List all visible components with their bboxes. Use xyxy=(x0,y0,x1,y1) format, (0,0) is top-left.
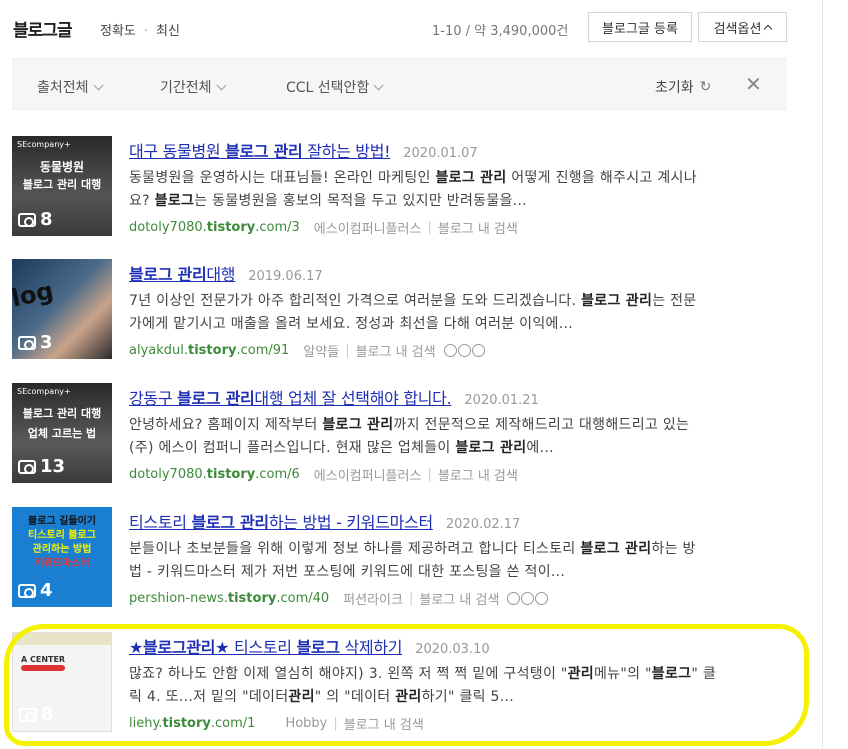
meta-separator: | xyxy=(408,591,414,606)
image-count-badge: 13 xyxy=(18,456,65,477)
chevron-down-icon xyxy=(373,80,384,90)
result-item: SEcompany+ 동물병원 블로그 관리 대행 8 대구 동물병원 블로그 … xyxy=(0,136,800,241)
search-options-label: 검색옵션 xyxy=(713,21,762,37)
result-title-link[interactable]: 강동구 블로그 관리대행 업체 잘 선택해야 합니다. xyxy=(129,385,452,409)
thumbnail-caption-line: 블로그 관리 대행 xyxy=(22,407,102,420)
thumbnail-caption-line: 티스토리 블로그 xyxy=(28,530,96,541)
result-date: 2019.06.17 xyxy=(248,269,323,284)
chevron-up-icon xyxy=(764,24,773,34)
blog-name[interactable]: 에스이컴퍼니플러스 xyxy=(314,218,422,237)
ccl-license-icon xyxy=(443,344,486,357)
thumbnail-caption-line: 키워드마스터 xyxy=(34,558,90,569)
result-count: 1-10 / 약 3,490,000건 xyxy=(432,24,569,39)
result-meta: dotoly7080.tistory.com/3 에스이컴퍼니플러스 | 블로그 … xyxy=(129,218,518,237)
search-options-button[interactable]: 검색옵션 xyxy=(698,12,787,42)
result-url[interactable]: dotoly7080.tistory.com/3 xyxy=(129,220,300,235)
result-item: 블로그 길들이기 티스토리 블로그 관리하는 방법 키워드마스터 4 티스토리 … xyxy=(0,507,800,612)
filter-ccl-dropdown[interactable]: CCL 선택안함 xyxy=(286,77,384,97)
image-count: 3 xyxy=(40,332,53,353)
sort-latest[interactable]: 최신 xyxy=(156,24,180,39)
camera-icon xyxy=(18,212,36,227)
thumbnail-brand-text: SEcompany+ xyxy=(17,140,71,149)
image-count: 13 xyxy=(40,456,66,477)
result-thumbnail[interactable]: 블로그 길들이기 티스토리 블로그 관리하는 방법 키워드마스터 4 xyxy=(12,507,112,607)
image-count-badge: 3 xyxy=(18,332,53,353)
image-count-badge: 4 xyxy=(18,580,53,601)
result-meta: dotoly7080.tistory.com/6 에스이컴퍼니플러스 | 블로그 … xyxy=(129,465,518,484)
blog-name[interactable]: 에스이컴퍼니플러스 xyxy=(314,465,422,484)
search-in-blog-link[interactable]: 블로그 내 검색 xyxy=(438,218,518,237)
image-count: 4 xyxy=(40,580,53,601)
filter-ccl-label: CCL 선택안함 xyxy=(286,80,370,96)
reset-label: 초기화 xyxy=(655,80,694,96)
sort-accuracy[interactable]: 정확도 xyxy=(100,24,136,39)
search-in-blog-link[interactable]: 블로그 내 검색 xyxy=(419,589,499,608)
thumbnail-caption-line: 동물병원 xyxy=(39,160,85,174)
register-blog-button[interactable]: 블로그글 등록 xyxy=(588,12,692,42)
result-title-row: 티스토리 블로그 관리하는 방법 - 키워드마스터 2020.02.17 xyxy=(129,509,520,533)
result-title-row: 대구 동물병원 블로그 관리 잘하는 방법! 2020.01.07 xyxy=(129,138,478,162)
meta-separator: | xyxy=(345,343,350,358)
image-count: 8 xyxy=(40,209,53,230)
section-title: 블로그글 xyxy=(13,21,73,41)
result-title-row: 블로그 관리대행 2019.06.17 xyxy=(129,261,323,285)
search-in-blog-link[interactable]: 블로그 내 검색 xyxy=(438,465,518,484)
thumbnail-caption-line: 블로그 관리 대행 xyxy=(22,178,102,191)
image-count-badge: 8 xyxy=(18,209,53,230)
thumbnail-brand-text: SEcompany+ xyxy=(17,387,71,396)
close-filter-icon[interactable]: ✕ xyxy=(745,74,762,94)
thumbnail-caption-line: 블로그 길들이기 xyxy=(28,516,96,527)
result-date: 2020.01.07 xyxy=(403,146,478,161)
result-date: 2020.02.17 xyxy=(445,517,521,532)
page-right-divider xyxy=(822,0,823,749)
camera-icon xyxy=(18,583,36,598)
result-title-link[interactable]: 대구 동물병원 블로그 관리 잘하는 방법! xyxy=(129,138,391,162)
results-header: 블로그글 정확도 · 최신 1-10 / 약 3,490,000건 블로그글 등록 … xyxy=(0,0,800,56)
result-title-link[interactable]: 블로그 관리대행 xyxy=(129,261,236,285)
thumbnail-caption-line: 관리하는 방법 xyxy=(32,544,92,555)
meta-separator: | xyxy=(427,467,432,482)
blog-name[interactable]: 퍼션라이크 xyxy=(343,589,403,608)
result-snippet: 분들이나 초보분들을 위해 이렇게 정보 하나를 제공하려고 합니다 티스토리 … xyxy=(129,541,696,580)
chevron-down-icon xyxy=(216,80,226,90)
register-blog-label: 블로그글 등록 xyxy=(602,21,678,37)
ccl-license-icon xyxy=(507,592,549,605)
result-meta: alyakdul.tistory.com/91 알약들 | 블로그 내 검색 xyxy=(129,341,486,360)
result-thumbnail[interactable]: blog 3 xyxy=(12,259,112,359)
thumbnail-caption-line: 업체 고르는 법 xyxy=(27,427,97,440)
filter-source-dropdown[interactable]: 출처전체 xyxy=(37,77,103,97)
blog-name[interactable]: 알약들 xyxy=(303,341,339,360)
result-title-row: 강동구 블로그 관리대행 업체 잘 선택해야 합니다. 2020.01.21 xyxy=(129,385,539,409)
filter-source-label: 출처전체 xyxy=(37,80,89,96)
thumbnail-caption-line: blog xyxy=(12,276,56,317)
sort-separator-dot: · xyxy=(143,24,149,39)
result-title-link[interactable]: 티스토리 블로그 관리하는 방법 - 키워드마스터 xyxy=(129,509,433,533)
result-url[interactable]: pershion-news.tistory.com/40 xyxy=(129,591,329,606)
reset-filters-button[interactable]: 초기화 ↻ xyxy=(655,77,711,97)
search-in-blog-link[interactable]: 블로그 내 검색 xyxy=(356,341,436,360)
filter-period-label: 기간전체 xyxy=(160,80,212,96)
camera-icon xyxy=(18,335,36,350)
chevron-down-icon xyxy=(93,80,103,90)
result-item: blog 3 블로그 관리대행 2019.06.17 7년 이상인 전문가가 아… xyxy=(0,259,800,364)
result-url[interactable]: alyakdul.tistory.com/91 xyxy=(129,343,289,358)
result-snippet: 동물병원을 운영하시는 대표님들! 온라인 마케팅인 블로그 관리 어떻게 진행… xyxy=(129,170,697,209)
result-snippet: 안녕하세요? 홈페이지 제작부터 블로그 관리까지 전문적으로 제작해드리고 대… xyxy=(129,417,690,456)
result-meta: pershion-news.tistory.com/40 퍼션라이크 | 블로그 … xyxy=(129,589,549,608)
highlight-annotation xyxy=(4,624,809,746)
camera-icon xyxy=(18,459,36,474)
result-url[interactable]: dotoly7080.tistory.com/6 xyxy=(129,467,300,482)
result-item: SEcompany+ 블로그 관리 대행 업체 고르는 법 13 강동구 블로그… xyxy=(0,383,800,488)
sort-options: 정확도 · 최신 xyxy=(100,20,180,39)
result-snippet: 7년 이상인 전문가가 아주 합리적인 가격으로 여러분을 도와 드리겠습니다.… xyxy=(129,293,697,332)
filter-period-dropdown[interactable]: 기간전체 xyxy=(160,77,226,97)
meta-separator: | xyxy=(427,220,432,235)
result-thumbnail[interactable]: SEcompany+ 동물병원 블로그 관리 대행 8 xyxy=(12,136,112,236)
refresh-icon: ↻ xyxy=(699,79,712,95)
result-thumbnail[interactable]: SEcompany+ 블로그 관리 대행 업체 고르는 법 13 xyxy=(12,383,112,483)
filter-bar: 출처전체 기간전체 CCL 선택안함 초기화 ↻ ✕ xyxy=(12,58,787,110)
result-date: 2020.01.21 xyxy=(464,393,539,408)
